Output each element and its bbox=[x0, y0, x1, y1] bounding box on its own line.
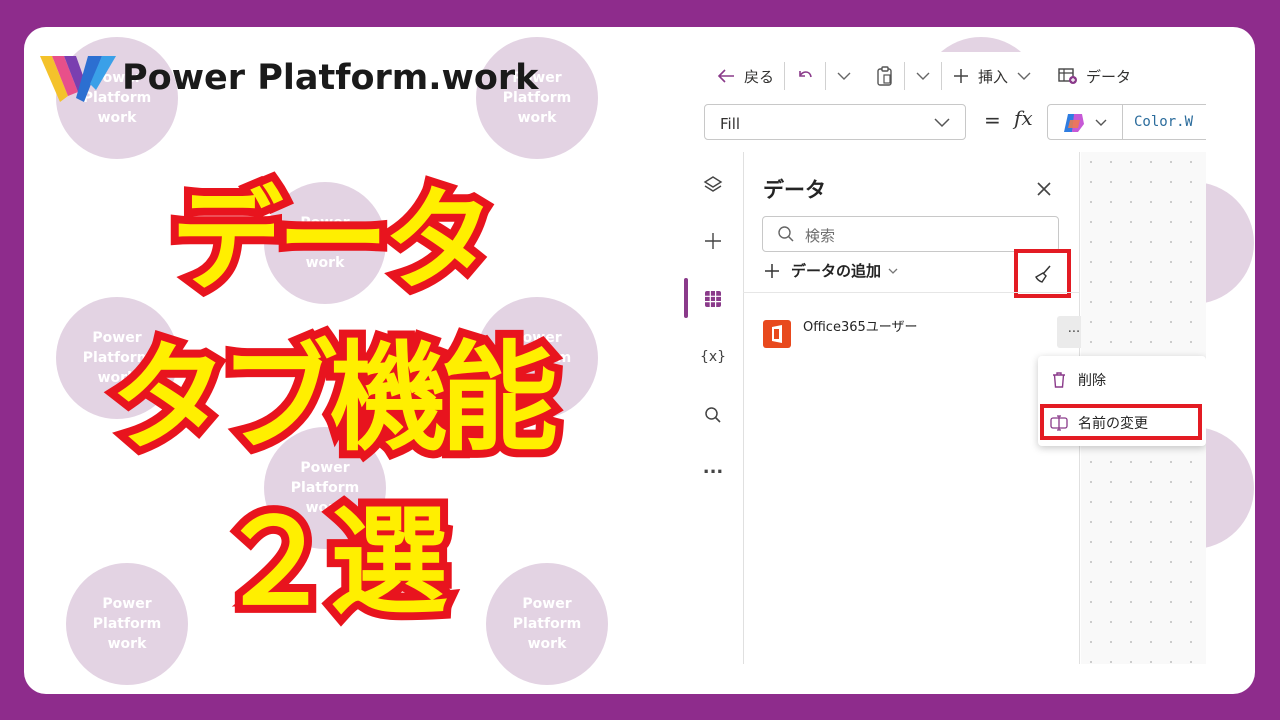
undo-icon bbox=[799, 71, 812, 78]
insert-plus-icon[interactable] bbox=[702, 230, 724, 252]
command-bar: 戻る 挿入 データ bbox=[684, 52, 1206, 100]
office365-icon bbox=[763, 320, 791, 348]
panel-title: データ bbox=[763, 178, 826, 202]
watermark-circle: Power Platform work bbox=[476, 37, 598, 159]
search-icon[interactable] bbox=[702, 404, 724, 426]
trash-icon bbox=[1048, 371, 1070, 389]
paste-dropdown-button[interactable] bbox=[909, 60, 937, 92]
left-navigation-rail: {x} ... bbox=[684, 152, 744, 664]
close-icon[interactable] bbox=[1033, 178, 1055, 200]
broom-icon[interactable] bbox=[1032, 263, 1054, 285]
chevron-down-icon bbox=[1095, 119, 1107, 126]
plus-icon bbox=[765, 263, 779, 278]
panel-divider bbox=[743, 292, 1079, 293]
back-label: 戻る bbox=[744, 67, 775, 86]
add-data-button[interactable]: データの追加 bbox=[763, 260, 899, 281]
power-apps-screenshot: 戻る 挿入 データ Fill = fx Color.W {x} ... データ … bbox=[684, 52, 1206, 664]
chevron-down-icon bbox=[916, 72, 930, 80]
toolbar-separator bbox=[825, 62, 827, 90]
data-grid-icon[interactable] bbox=[702, 288, 724, 310]
data-panel: データ 検索 データの追加 Office365ユーザー ... bbox=[743, 152, 1091, 664]
undo-dropdown-button[interactable] bbox=[830, 60, 858, 92]
copilot-button[interactable] bbox=[1047, 104, 1123, 140]
chevron-down-icon bbox=[837, 72, 851, 80]
brand-name: Power Platform.work bbox=[122, 58, 539, 98]
fx-icon: fx bbox=[1014, 106, 1033, 130]
layers-icon[interactable] bbox=[702, 174, 724, 196]
add-data-label: データの追加 bbox=[791, 262, 882, 280]
active-tab-indicator bbox=[684, 278, 688, 318]
delete-label: 削除 bbox=[1078, 373, 1106, 389]
title-line-1: データ bbox=[163, 168, 503, 314]
property-value: Fill bbox=[720, 115, 741, 133]
insert-button[interactable]: 挿入 bbox=[946, 60, 1038, 92]
chevron-down-icon bbox=[888, 268, 898, 274]
clipboard-icon bbox=[877, 66, 892, 86]
variables-icon[interactable]: {x} bbox=[700, 346, 726, 368]
add-data-toolbar-button[interactable]: データ bbox=[1052, 60, 1137, 92]
rename-highlight bbox=[1040, 404, 1202, 440]
data-source-item[interactable]: Office365ユーザー ... bbox=[763, 316, 1091, 356]
toolbar-separator bbox=[784, 62, 786, 90]
more-icon[interactable]: ... bbox=[702, 456, 724, 478]
data-toolbar-label: データ bbox=[1086, 67, 1132, 86]
table-add-icon bbox=[1058, 68, 1078, 84]
plus-icon bbox=[954, 69, 969, 83]
context-menu: 削除 名前の変更 bbox=[1038, 356, 1206, 446]
back-button[interactable]: 戻る bbox=[710, 60, 780, 92]
search-icon bbox=[778, 226, 794, 242]
power-platform-logo-icon bbox=[40, 56, 116, 102]
search-input[interactable]: 検索 bbox=[762, 216, 1059, 252]
toolbar-separator bbox=[904, 62, 906, 90]
insert-label: 挿入 bbox=[978, 67, 1009, 86]
title-line-2: タブ機能 bbox=[102, 321, 566, 475]
copilot-icon bbox=[1064, 114, 1084, 132]
formula-input[interactable]: Color.W bbox=[1122, 104, 1206, 140]
equals-sign: = bbox=[984, 108, 1001, 132]
formula-value: Color.W bbox=[1134, 114, 1194, 130]
formula-bar: Fill = fx Color.W bbox=[684, 104, 1206, 142]
title-line-3: ２選 bbox=[208, 485, 456, 639]
delete-menu-item[interactable]: 削除 bbox=[1038, 365, 1206, 395]
undo-button[interactable] bbox=[789, 60, 821, 92]
arrow-left-icon bbox=[717, 69, 734, 83]
data-source-name: Office365ユーザー bbox=[803, 320, 918, 335]
search-placeholder: 検索 bbox=[805, 227, 836, 245]
paste-button[interactable] bbox=[870, 60, 900, 92]
chevron-down-icon bbox=[934, 118, 950, 128]
chevron-down-icon bbox=[1017, 72, 1031, 80]
property-dropdown[interactable]: Fill bbox=[704, 104, 966, 140]
toolbar-separator bbox=[941, 62, 943, 90]
